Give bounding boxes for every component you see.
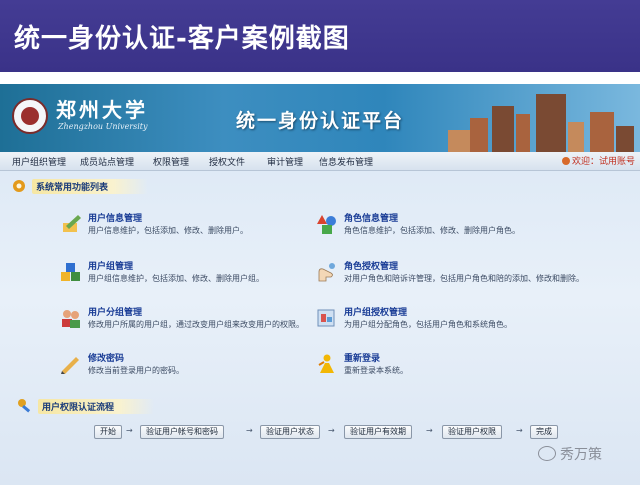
function-desc: 用户组信息维护，包括添加、修改、删除用户组。 bbox=[88, 274, 264, 283]
cubes-icon bbox=[61, 263, 80, 281]
function-desc: 重新登录本系统。 bbox=[344, 366, 408, 375]
flow-arrow: → bbox=[516, 426, 523, 435]
flow-step-verify-validity[interactable]: 验证用户有效期 bbox=[344, 425, 412, 439]
menu-item-permission[interactable]: 权限管理 bbox=[153, 155, 189, 168]
campus-buildings-image bbox=[440, 84, 640, 152]
watermark: 秀万策 bbox=[538, 444, 602, 464]
menu-item-audit[interactable]: 审计管理 bbox=[267, 155, 303, 168]
function-title: 用户分组管理 bbox=[88, 308, 143, 318]
university-name: 郑州大学 bbox=[56, 98, 148, 122]
current-user[interactable]: 欢迎：试用账号 bbox=[562, 154, 635, 167]
function-group-auth[interactable]: 用户组授权管理 为用户组分配角色，包括用户角色和系统角色。 bbox=[316, 305, 586, 339]
function-desc: 修改用户所属的用户组，通过改变用户组来改变用户的权限。 bbox=[88, 320, 304, 329]
menu-item-info-publish[interactable]: 信息发布管理 bbox=[319, 155, 373, 168]
shapes-icon bbox=[317, 215, 336, 234]
flow-step-done[interactable]: 完成 bbox=[530, 425, 558, 439]
key-icon bbox=[18, 399, 31, 413]
current-user-label: 欢迎：试用账号 bbox=[572, 157, 636, 167]
pencil-key-icon bbox=[61, 357, 79, 374]
flow-step-verify-status[interactable]: 验证用户状态 bbox=[260, 425, 320, 439]
flow-arrow: → bbox=[426, 426, 433, 435]
function-user-info[interactable]: 用户信息管理 用户信息维护，包括添加、修改、删除用户。 bbox=[60, 211, 330, 245]
user-icon bbox=[562, 157, 570, 165]
function-desc: 角色信息维护，包括添加、修改、删除用户角色。 bbox=[344, 226, 520, 235]
function-relogin[interactable]: 重新登录 重新登录本系统。 bbox=[316, 351, 586, 385]
function-title: 重新登录 bbox=[344, 354, 381, 364]
function-title: 用户组授权管理 bbox=[344, 308, 408, 318]
function-desc: 修改当前登录用户的密码。 bbox=[88, 366, 184, 375]
function-title: 用户信息管理 bbox=[88, 214, 143, 224]
menu-item-auth-file[interactable]: 授权文件 bbox=[209, 155, 245, 168]
function-desc: 用户信息维护，包括添加、修改、删除用户。 bbox=[88, 226, 248, 235]
watermark-text: 秀万策 bbox=[560, 447, 602, 463]
users-group-icon bbox=[62, 310, 80, 328]
function-user-group[interactable]: 用户组管理 用户组信息维护，包括添加、修改、删除用户组。 bbox=[60, 259, 330, 293]
flow-arrow: → bbox=[328, 426, 335, 435]
slide-title: 统一身份认证-客户案例截图 bbox=[14, 24, 350, 54]
hand-key-icon bbox=[318, 263, 335, 282]
menu-item-member-site[interactable]: 成员站点管理 bbox=[80, 155, 134, 168]
function-user-grouping[interactable]: 用户分组管理 修改用户所属的用户组，通过改变用户组来改变用户的权限。 bbox=[60, 305, 330, 339]
platform-title: 统一身份认证平台 bbox=[236, 110, 405, 132]
flow-step-verify-account[interactable]: 验证用户帐号和密码 bbox=[140, 425, 224, 439]
function-title: 修改密码 bbox=[88, 354, 125, 364]
app-banner: 郑州大学 Zhengzhou University 统一身份认证平台 bbox=[0, 84, 640, 152]
function-title: 角色授权管理 bbox=[344, 262, 399, 272]
menu-item-user-org[interactable]: 用户组织管理 bbox=[12, 155, 66, 168]
function-title: 用户组管理 bbox=[88, 262, 134, 272]
function-role-auth[interactable]: 角色授权管理 对用户角色和陪诉许管理，包括用户角色和陪的添加、修改和删除。 bbox=[316, 259, 586, 293]
function-desc: 为用户组分配角色，包括用户角色和系统角色。 bbox=[344, 320, 512, 329]
flow-step-verify-permission[interactable]: 验证用户权限 bbox=[442, 425, 502, 439]
flow-step-start[interactable]: 开始 bbox=[94, 425, 122, 439]
university-subtitle: Zhengzhou University bbox=[58, 122, 148, 131]
flow-arrow: → bbox=[126, 426, 133, 435]
slide-header: 统一身份认证-客户案例截图 bbox=[0, 0, 640, 72]
menu-bar: 用户组织管理 成员站点管理 权限管理 授权文件 审计管理 信息发布管理 欢迎：试… bbox=[0, 152, 640, 171]
wechat-icon bbox=[538, 446, 556, 461]
group-auth-icon bbox=[317, 309, 335, 327]
flow-arrow: → bbox=[246, 426, 253, 435]
function-desc: 对用户角色和陪诉许管理，包括用户角色和陪的添加、修改和删除。 bbox=[344, 274, 584, 283]
function-role-info[interactable]: 角色信息管理 角色信息维护，包括添加、修改、删除用户角色。 bbox=[316, 211, 586, 245]
gear-icon bbox=[13, 180, 25, 192]
main-content: 系统常用功能列表 用户信息管理 用户信息维护，包括添加、修改、删除用户。 角色信… bbox=[0, 171, 640, 485]
university-logo-icon bbox=[12, 98, 48, 134]
function-title: 角色信息管理 bbox=[344, 214, 399, 224]
relogin-icon bbox=[318, 354, 334, 373]
edit-user-icon bbox=[63, 215, 81, 232]
app-screenshot: 郑州大学 Zhengzhou University 统一身份认证平台 用户组织管… bbox=[0, 84, 640, 485]
function-change-password[interactable]: 修改密码 修改当前登录用户的密码。 bbox=[60, 351, 330, 385]
flow-section-title: 用户权限认证流程 bbox=[38, 399, 155, 414]
functions-section-title: 系统常用功能列表 bbox=[32, 179, 149, 194]
